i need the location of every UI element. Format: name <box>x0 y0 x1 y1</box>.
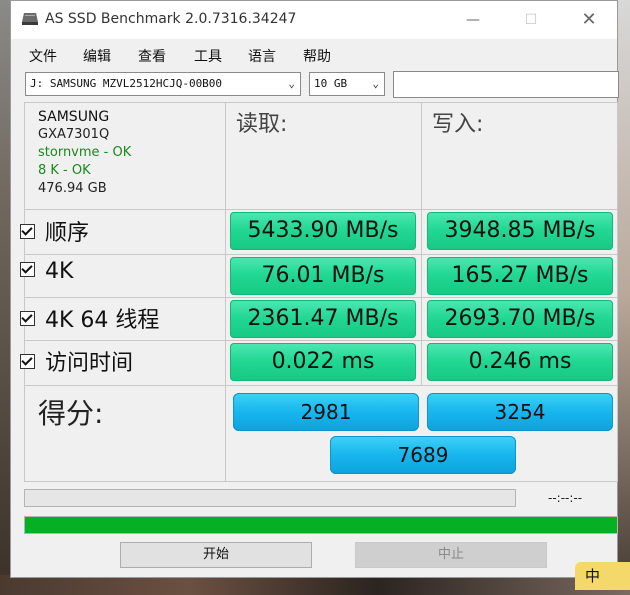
grid-divider <box>24 297 618 298</box>
checkbox-icon[interactable] <box>20 310 35 326</box>
menu-bar: 文件 编辑 查看 工具 语言 帮助 <box>11 41 617 67</box>
driver-status: stornvme - OK <box>38 145 132 160</box>
score-write: 3254 <box>427 393 613 431</box>
test-label: 顺序 <box>45 221 90 246</box>
device-info: SAMSUNG GXA7301Q stornvme - OK 8 K - OK … <box>38 108 131 198</box>
result-write-4k: 165.27 MB/s <box>427 257 613 295</box>
menu-tools[interactable]: 工具 <box>194 46 222 66</box>
grid-divider <box>421 102 422 385</box>
stop-button[interactable]: 中止 <box>355 542 547 568</box>
elapsed-time: --:--:-- <box>548 491 583 505</box>
menu-view[interactable]: 查看 <box>138 46 166 66</box>
score-label: 得分: <box>38 397 104 430</box>
device-name: SAMSUNG <box>38 109 110 125</box>
drive-icon <box>22 13 38 25</box>
result-read-4k64: 2361.47 MB/s <box>230 300 416 338</box>
menu-edit[interactable]: 编辑 <box>83 46 111 66</box>
device-firmware: GXA7301Q <box>38 127 110 142</box>
test-label: 4K <box>45 259 74 284</box>
chevron-down-icon: ⌄ <box>288 77 295 90</box>
text-input[interactable] <box>393 71 619 98</box>
progress-fill <box>25 517 617 533</box>
alignment-status: 8 K - OK <box>38 163 91 178</box>
grid-divider <box>24 209 618 210</box>
grid-divider <box>24 385 618 386</box>
desktop-background-right <box>618 0 630 595</box>
grid-divider <box>24 340 618 341</box>
desktop-background-bottom <box>0 575 630 595</box>
result-write-4k64: 2693.70 MB/s <box>427 300 613 338</box>
device-capacity: 476.94 GB <box>38 181 107 196</box>
overall-progress-bar <box>24 516 618 534</box>
close-button[interactable]: ✕ <box>567 7 611 33</box>
maximize-button[interactable]: ☐ <box>509 7 553 33</box>
test-label: 访问时间 <box>45 351 134 376</box>
start-button[interactable]: 开始 <box>120 542 312 568</box>
chevron-down-icon: ⌄ <box>372 77 379 90</box>
test-row-4k[interactable]: 4K <box>20 259 73 284</box>
test-progress-track <box>24 489 516 507</box>
checkbox-icon[interactable] <box>20 223 35 239</box>
score-read: 2981 <box>233 393 419 431</box>
grid-divider <box>24 254 618 255</box>
result-read-seq: 5433.90 MB/s <box>230 212 416 250</box>
test-size-select[interactable]: 10 GB ⌄ <box>309 72 385 96</box>
menu-language[interactable]: 语言 <box>248 46 276 66</box>
drive-select-value: J: SAMSUNG MZVL2512HCJQ-00B00 <box>30 77 223 90</box>
ime-indicator[interactable]: 中 <box>575 562 630 590</box>
test-row-access-time[interactable]: 访问时间 <box>20 345 133 377</box>
grid-divider <box>225 102 226 482</box>
test-row-seq[interactable]: 顺序 <box>20 215 89 247</box>
result-write-seq: 3948.85 MB/s <box>427 212 613 250</box>
score-total: 7689 <box>330 436 516 474</box>
result-write-access: 0.246 ms <box>427 343 613 381</box>
minimize-button[interactable]: — <box>451 7 495 33</box>
checkbox-icon[interactable] <box>20 353 35 369</box>
result-read-4k: 76.01 MB/s <box>230 257 416 295</box>
drive-select[interactable]: J: SAMSUNG MZVL2512HCJQ-00B00 ⌄ <box>25 72 301 96</box>
test-label: 4K 64 线程 <box>45 308 160 333</box>
menu-help[interactable]: 帮助 <box>303 46 331 66</box>
menu-file[interactable]: 文件 <box>29 46 57 66</box>
window-title: AS SSD Benchmark 2.0.7316.34247 <box>45 11 297 27</box>
title-bar: AS SSD Benchmark 2.0.7316.34247 — ☐ ✕ <box>11 1 617 39</box>
test-size-value: 10 GB <box>314 77 348 90</box>
checkbox-icon[interactable] <box>20 261 35 277</box>
write-column-header: 写入: <box>432 112 484 137</box>
result-read-access: 0.022 ms <box>230 343 416 381</box>
read-column-header: 读取: <box>236 112 288 137</box>
test-row-4k64[interactable]: 4K 64 线程 <box>20 302 159 334</box>
